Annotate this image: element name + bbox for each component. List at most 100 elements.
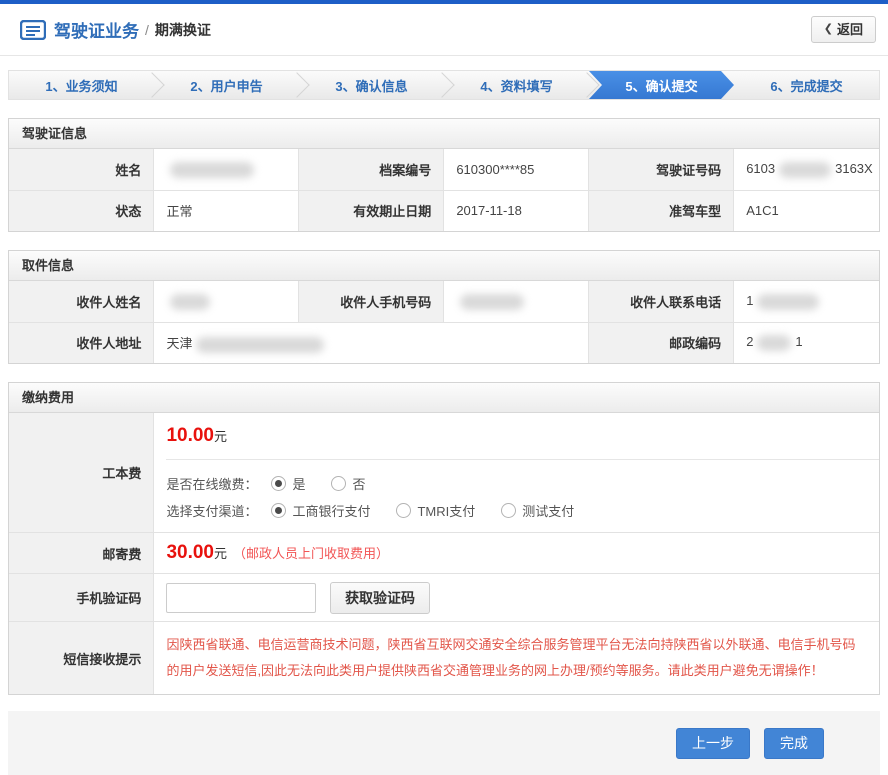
postcode-prefix: 2 — [746, 334, 753, 349]
file-no-value: 610300****85 — [444, 149, 589, 190]
redacted-license-no — [779, 162, 831, 178]
status-value: 正常 — [154, 190, 299, 231]
license-no-prefix: 6103 — [746, 161, 775, 176]
finish-button[interactable]: 完成 — [764, 728, 824, 759]
step-2-user-declaration[interactable]: 2、用户申告 — [154, 71, 299, 99]
channel-option-icbc[interactable]: 工商银行支付 — [271, 501, 370, 520]
postcode-label: 邮政编码 — [589, 322, 734, 363]
table-row: 工本费 10.00元 是否在线缴费： 是 否 — [9, 413, 879, 533]
work-fee-label: 工本费 — [9, 413, 154, 533]
fee-divider — [166, 459, 879, 460]
address-label: 收件人地址 — [9, 322, 154, 363]
breadcrumb-divider: / — [145, 22, 149, 38]
online-pay-question: 是否在线缴费： — [166, 474, 257, 493]
status-label: 状态 — [9, 190, 154, 231]
channel-tmri-label: TMRI支付 — [417, 501, 475, 520]
online-pay-yes-label: 是 — [292, 474, 305, 493]
recipient-name-value — [154, 281, 299, 322]
license-no-suffix: 3163X — [835, 161, 873, 176]
postage-unit: 元 — [214, 546, 227, 561]
expiry-label: 有效期止日期 — [299, 190, 444, 231]
channel-icbc-label: 工商银行支付 — [292, 501, 370, 520]
recipient-phone-value: 1 — [734, 281, 879, 322]
back-button[interactable]: ❮ 返回 — [811, 16, 876, 43]
recipient-phone-label: 收件人联系电话 — [589, 281, 734, 322]
redacted-postcode — [757, 335, 791, 351]
table-row: 姓名 档案编号 610300****85 驾驶证号码 6103 3163X — [9, 149, 879, 190]
step-1-business-notice[interactable]: 1、业务须知 — [9, 71, 154, 99]
license-info-section: 驾驶证信息 姓名 档案编号 610300****85 驾驶证号码 6103 316… — [8, 118, 880, 232]
captcha-input[interactable] — [166, 583, 316, 613]
expiry-value: 2017-11-18 — [444, 190, 589, 231]
online-pay-question-row: 是否在线缴费： 是 否 — [166, 474, 879, 493]
license-no-value: 6103 3163X — [734, 149, 879, 190]
redacted-recipient-name — [170, 294, 210, 310]
postage-amount: 30.00 — [166, 542, 214, 563]
work-fee-cell: 10.00元 是否在线缴费： 是 否 选择支付渠道： — [154, 413, 879, 533]
radio-icbc-icon[interactable] — [271, 503, 286, 518]
channel-option-tmri[interactable]: TMRI支付 — [396, 501, 475, 520]
channel-option-test[interactable]: 测试支付 — [501, 501, 574, 520]
address-prefix: 天津 — [166, 336, 192, 351]
captcha-label: 手机验证码 — [9, 574, 154, 622]
step-3-confirm-info[interactable]: 3、确认信息 — [299, 71, 444, 99]
online-pay-option-yes[interactable]: 是 — [271, 474, 305, 493]
license-card-icon — [20, 20, 46, 40]
footer-action-bar: 上一步 完成 — [8, 711, 880, 775]
payment-table: 工本费 10.00元 是否在线缴费： 是 否 — [9, 413, 879, 694]
pickup-info-section: 取件信息 收件人姓名 收件人手机号码 收件人联系电话 1 收件人地址 天津 邮政… — [8, 250, 880, 364]
online-pay-option-no[interactable]: 否 — [331, 474, 365, 493]
redacted-mobile — [460, 294, 524, 310]
radio-test-icon[interactable] — [501, 503, 516, 518]
postage-cell: 30.00元（邮政人员上门收取费用） — [154, 533, 879, 574]
back-button-label: 返回 — [837, 17, 863, 42]
name-label: 姓名 — [9, 149, 154, 190]
license-info-table: 姓名 档案编号 610300****85 驾驶证号码 6103 3163X 状态 … — [9, 149, 879, 231]
step-progress-bar: 1、业务须知 2、用户申告 3、确认信息 4、资料填写 5、确认提交 6、完成提… — [8, 70, 880, 100]
radio-no-icon[interactable] — [331, 476, 346, 491]
table-row: 收件人姓名 收件人手机号码 收件人联系电话 1 — [9, 281, 879, 322]
step-5-confirm-submit[interactable]: 5、确认提交 — [589, 71, 734, 99]
sms-notice-text: 因陕西省联通、电信运营商技术问题，陕西省互联网交通安全综合服务管理平台无法向持陕… — [154, 622, 879, 694]
work-fee-amount-line: 10.00元 — [166, 425, 879, 447]
channel-test-label: 测试支付 — [522, 501, 574, 520]
recipient-mobile-label: 收件人手机号码 — [299, 281, 444, 322]
address-value: 天津 — [154, 322, 589, 363]
table-row: 手机验证码 获取验证码 — [9, 574, 879, 622]
radio-yes-icon[interactable] — [271, 476, 286, 491]
phone-prefix: 1 — [746, 293, 753, 308]
recipient-mobile-value — [444, 281, 589, 322]
pickup-section-title: 取件信息 — [9, 251, 879, 281]
breadcrumb-current: 期满换证 — [155, 20, 211, 40]
online-pay-no-label: 否 — [352, 474, 365, 493]
radio-tmri-icon[interactable] — [396, 503, 411, 518]
license-section-title: 驾驶证信息 — [9, 119, 879, 149]
chevron-left-icon: ❮ — [824, 17, 833, 42]
sms-tip-cell: 因陕西省联通、电信运营商技术问题，陕西省互联网交通安全综合服务管理平台无法向持陕… — [154, 622, 879, 695]
name-value — [154, 149, 299, 190]
get-captcha-button[interactable]: 获取验证码 — [330, 582, 430, 614]
captcha-cell: 获取验证码 — [154, 574, 879, 622]
postcode-suffix: 1 — [795, 334, 802, 349]
pickup-info-table: 收件人姓名 收件人手机号码 收件人联系电话 1 收件人地址 天津 邮政编码 21 — [9, 281, 879, 363]
redacted-name — [170, 162, 254, 178]
recipient-name-label: 收件人姓名 — [9, 281, 154, 322]
step-6-complete-submit[interactable]: 6、完成提交 — [734, 71, 879, 99]
sms-tip-label: 短信接收提示 — [9, 622, 154, 695]
table-row: 状态 正常 有效期止日期 2017-11-18 准驾车型 A1C1 — [9, 190, 879, 231]
license-no-label: 驾驶证号码 — [589, 149, 734, 190]
work-fee-amount: 10.00 — [166, 425, 214, 446]
payment-section: 缴纳费用 工本费 10.00元 是否在线缴费： 是 否 — [8, 382, 880, 695]
pay-channel-question-row: 选择支付渠道： 工商银行支付 TMRI支付 测试支付 — [166, 501, 879, 520]
postage-label: 邮寄费 — [9, 533, 154, 574]
table-row: 收件人地址 天津 邮政编码 21 — [9, 322, 879, 363]
payment-section-title: 缴纳费用 — [9, 383, 879, 413]
vehicle-type-label: 准驾车型 — [589, 190, 734, 231]
table-row: 邮寄费 30.00元（邮政人员上门收取费用） — [9, 533, 879, 574]
postcode-value: 21 — [734, 322, 879, 363]
page-title[interactable]: 驾驶证业务 — [54, 17, 139, 42]
file-no-label: 档案编号 — [299, 149, 444, 190]
pay-channel-question: 选择支付渠道： — [166, 501, 257, 520]
step-4-fill-data[interactable]: 4、资料填写 — [444, 71, 589, 99]
previous-step-button[interactable]: 上一步 — [676, 728, 750, 759]
